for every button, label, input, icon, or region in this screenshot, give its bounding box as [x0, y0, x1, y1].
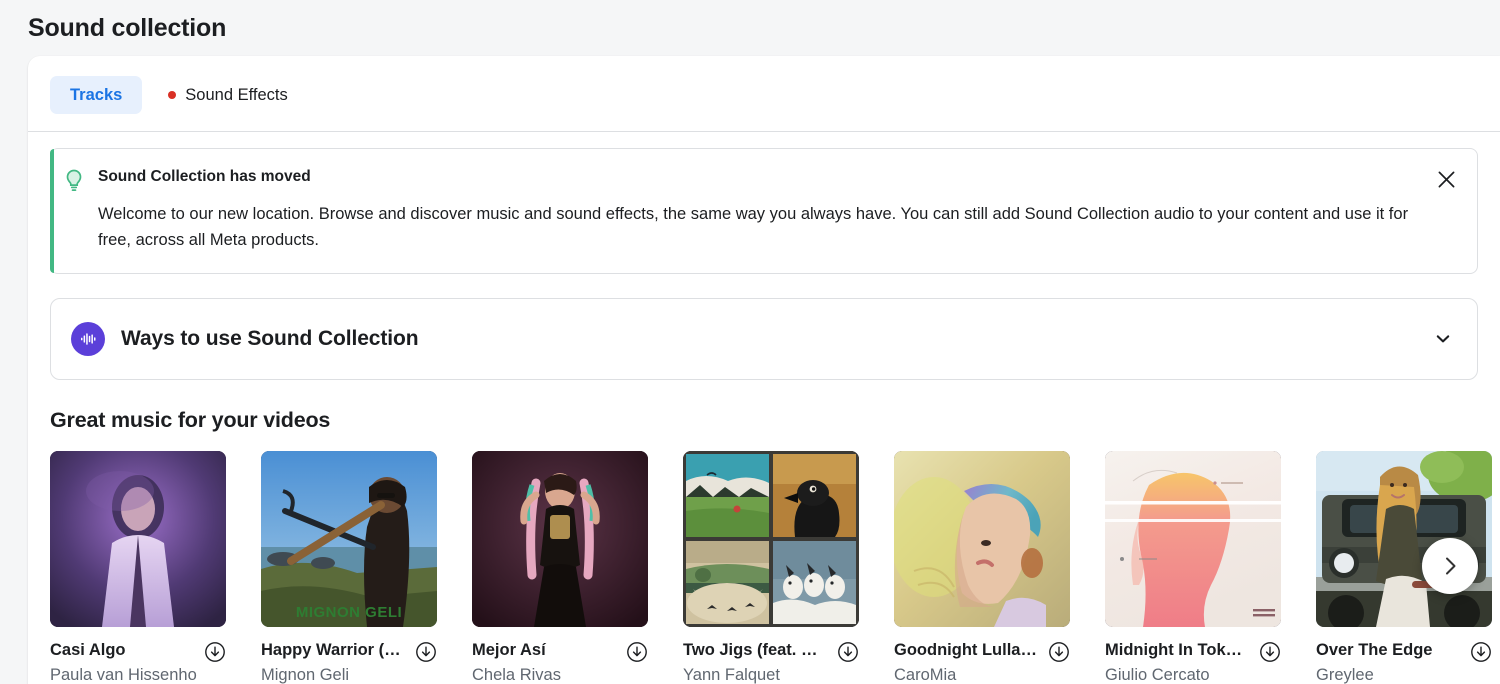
track-artist: Chela Rivas	[472, 666, 561, 684]
track-card[interactable]: MIGNON GELI Happy Warrior (… Mignon Geli	[261, 451, 437, 684]
album-art-golden-portrait[interactable]	[894, 451, 1070, 627]
svg-text:MIGNON GELI: MIGNON GELI	[296, 604, 402, 621]
album-art-flute-outdoor[interactable]: MIGNON GELI	[261, 451, 437, 627]
tab-tracks-label: Tracks	[70, 85, 123, 104]
download-icon[interactable]	[837, 641, 859, 663]
track-meta: Goodnight Lulla… CaroMia	[894, 627, 1070, 684]
download-icon[interactable]	[626, 641, 648, 663]
chevron-down-icon[interactable]	[1431, 327, 1455, 351]
album-art-dark-portrait[interactable]	[472, 451, 648, 627]
download-icon[interactable]	[1259, 641, 1281, 663]
close-icon[interactable]	[1429, 162, 1463, 196]
track-title: Midnight In Tok…	[1105, 641, 1243, 659]
album-art-four-panel-painting[interactable]	[683, 451, 859, 627]
new-badge-dot-icon	[168, 90, 177, 99]
track-artist: Giulio Cercato	[1105, 666, 1210, 684]
track-title: Goodnight Lulla…	[894, 641, 1037, 659]
waveform-icon	[71, 322, 105, 356]
section-heading: Great music for your videos	[50, 408, 331, 432]
download-icon[interactable]	[415, 641, 437, 663]
track-card[interactable]: Casi Algo Paula van Hissenho…	[50, 451, 226, 684]
track-card[interactable]: Goodnight Lulla… CaroMia	[894, 451, 1070, 684]
track-card[interactable]: Mejor Así Chela Rivas	[472, 451, 648, 684]
banner-description: Welcome to our new location. Browse and …	[98, 205, 1409, 249]
moved-banner: Sound Collection has moved Welcome to ou…	[50, 148, 1478, 274]
track-artist: Yann Falquet	[683, 666, 780, 684]
track-meta: Mejor Así Chela Rivas	[472, 627, 648, 684]
track-artist: Paula van Hissenho…	[50, 666, 198, 684]
track-artist: Mignon Geli	[261, 666, 350, 684]
track-card[interactable]: Midnight In Tok… Giulio Cercato	[1105, 451, 1281, 684]
banner-title: Sound Collection has moved	[98, 168, 311, 185]
album-art-purple-portrait[interactable]	[50, 451, 226, 627]
lightbulb-icon	[50, 167, 98, 253]
download-icon[interactable]	[1470, 641, 1492, 663]
track-meta: Over The Edge Greylee	[1316, 627, 1492, 684]
track-title: Over The Edge	[1316, 641, 1433, 659]
download-icon[interactable]	[1048, 641, 1070, 663]
tab-tracks[interactable]: Tracks	[50, 75, 143, 114]
tab-bar: Tracks Sound Effects	[28, 56, 1500, 132]
track-title: Happy Warrior (…	[261, 641, 401, 659]
carousel-next-button[interactable]	[1422, 538, 1478, 594]
track-meta: Midnight In Tok… Giulio Cercato	[1105, 627, 1281, 684]
tracks-carousel: Casi Algo Paula van Hissenho… MIGNON GEL…	[28, 451, 1500, 684]
track-title: Mejor Así	[472, 641, 546, 659]
track-meta: Happy Warrior (… Mignon Geli	[261, 627, 437, 684]
tab-sound-effects[interactable]: Sound Effects	[148, 76, 307, 114]
track-artist: CaroMia	[894, 666, 957, 684]
album-art-woman-jeep[interactable]	[1316, 451, 1492, 627]
tab-sound-effects-label: Sound Effects	[185, 85, 288, 104]
page-title: Sound collection	[28, 14, 227, 42]
track-title: Casi Algo	[50, 641, 126, 659]
track-card[interactable]: Two Jigs (feat. … Yann Falquet	[683, 451, 859, 684]
banner-body: Sound Collection has moved Welcome to ou…	[98, 167, 1457, 253]
track-title: Two Jigs (feat. …	[683, 641, 818, 659]
track-meta: Casi Algo Paula van Hissenho…	[50, 627, 226, 684]
track-artist: Greylee	[1316, 666, 1374, 684]
ways-to-use-accordion[interactable]: Ways to use Sound Collection	[50, 298, 1478, 380]
ways-to-use-title: Ways to use Sound Collection	[121, 327, 419, 350]
album-art-pink-silhouette[interactable]	[1105, 451, 1281, 627]
download-icon[interactable]	[204, 641, 226, 663]
main-content-card: Tracks Sound Effects Sound Collection ha…	[28, 56, 1500, 684]
track-meta: Two Jigs (feat. … Yann Falquet	[683, 627, 859, 684]
sound-collection-page: Sound collection Tracks Sound Effects So…	[0, 0, 1500, 684]
